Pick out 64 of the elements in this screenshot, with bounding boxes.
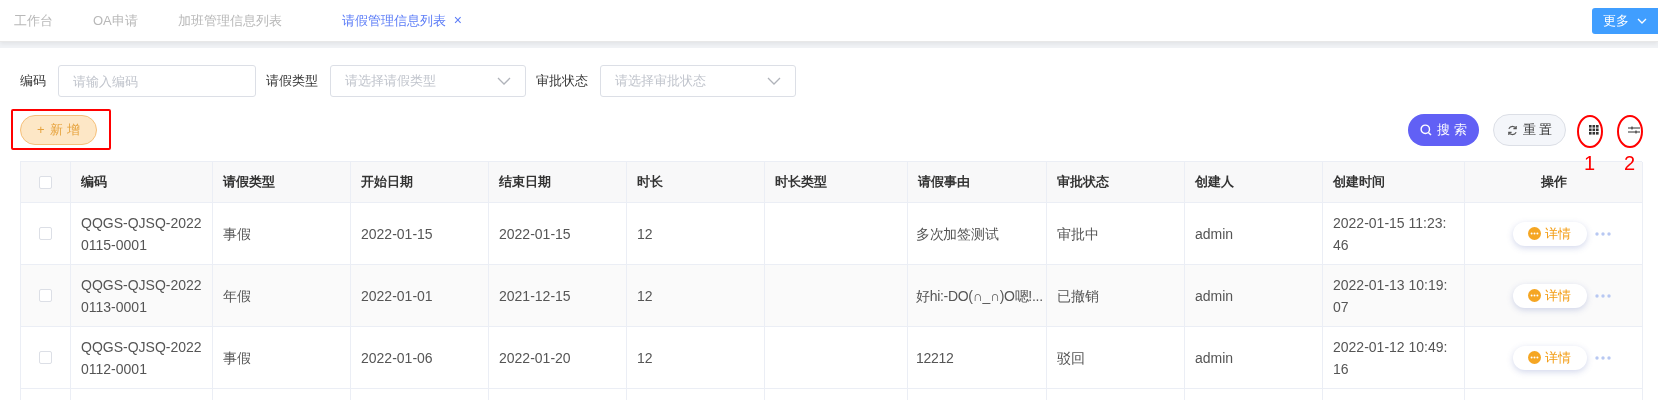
select-field[interactable]: 请选择审批状态 — [600, 65, 796, 97]
table-cell-text: 2022-01-12 10:49:16 — [1333, 337, 1449, 379]
tab[interactable]: 工作台 — [14, 0, 53, 41]
table-cell-text: 已撤销 — [1057, 286, 1099, 306]
annotation-number: 1 — [1584, 152, 1596, 174]
reset-button[interactable]: 重 置 — [1493, 114, 1566, 146]
details-button[interactable]: 详情 — [1512, 283, 1587, 308]
more-icon — [1528, 351, 1541, 364]
more-icon — [1528, 227, 1541, 240]
close-icon[interactable]: × — [453, 10, 462, 31]
table-cell-text: 事假 — [223, 348, 251, 368]
refresh-icon — [1506, 124, 1518, 136]
search-icon — [1420, 124, 1433, 136]
table-cell-text: 12 — [637, 224, 653, 244]
table-cell-text: 2022-01-01 — [361, 286, 433, 306]
table-cell-text: 2022-01-06 — [361, 348, 433, 368]
details-button[interactable]: 详情 — [1512, 221, 1587, 246]
tab[interactable]: 加班管理信息列表 — [177, 0, 282, 41]
checkbox[interactable] — [39, 227, 52, 240]
filter-label: 请假类型 — [266, 72, 318, 91]
table-cell-text: 12212 — [916, 348, 954, 368]
chevron-down-icon — [767, 77, 781, 85]
checkbox[interactable] — [39, 289, 52, 302]
filter-label: 编码 — [20, 72, 46, 91]
filter-label: 审批状态 — [536, 72, 588, 91]
table-cell-text: 2022-01-15 — [499, 224, 571, 244]
table-cell-text: 2022-01-15 11:23:46 — [1333, 213, 1448, 255]
table-cell-text: 2021-12-15 — [499, 286, 571, 306]
checkbox[interactable] — [39, 351, 52, 364]
table-cell-text: admin — [1195, 286, 1234, 306]
table-cell-text: 2022-01-20 — [499, 348, 571, 368]
more-icon[interactable] — [1594, 231, 1611, 236]
table-cell-text: QQGS-QJSQ-20220113-0001 — [81, 275, 202, 317]
add-button[interactable]: + 新 增 — [20, 115, 97, 145]
table-cell-text: 事假 — [223, 224, 251, 244]
tab[interactable]: OA申请 — [93, 0, 138, 41]
chevron-down-icon — [1637, 18, 1647, 24]
highlight-ellipse — [1617, 115, 1643, 148]
table-cell-text: QQGS-QJSQ-20220115-0001 — [81, 213, 202, 255]
search-button[interactable]: 搜 索 — [1408, 114, 1479, 146]
table-cell-text: 审批中 — [1057, 224, 1099, 244]
more-icon — [1528, 289, 1541, 302]
table-cell-text: 2022-01-13 10:19:07 — [1333, 275, 1449, 317]
table-cell-text: admin — [1195, 348, 1234, 368]
table-cell-text: 12 — [637, 348, 653, 368]
table-cell-text: 多次加签测试 — [916, 224, 999, 244]
tab[interactable]: 请假管理信息列表 × — [341, 0, 462, 41]
more-button[interactable]: 更多 — [1592, 8, 1658, 34]
more-icon[interactable] — [1594, 293, 1611, 298]
table-cell-text: admin — [1195, 224, 1234, 244]
checkbox[interactable] — [39, 175, 52, 189]
chevron-down-icon — [497, 77, 511, 85]
more-icon[interactable] — [1594, 355, 1611, 360]
details-button[interactable]: 详情 — [1512, 345, 1587, 370]
table-cell-text: 2022-01-15 — [361, 224, 433, 244]
select-field[interactable]: 请选择请假类型 — [330, 65, 526, 97]
table-cell-text: 年假 — [223, 286, 251, 306]
input-field[interactable]: 请输入编码 — [58, 65, 256, 97]
highlight-ellipse — [1577, 115, 1603, 148]
table-cell-text: QQGS-QJSQ-20220112-0001 — [81, 337, 202, 379]
table-cell-text: 12 — [637, 286, 653, 306]
table-cell-text: 好hi:-DO(∩_∩)O嗯!... — [916, 286, 1043, 306]
table-cell-text: 驳回 — [1057, 348, 1085, 368]
annotation-number: 2 — [1624, 152, 1636, 174]
